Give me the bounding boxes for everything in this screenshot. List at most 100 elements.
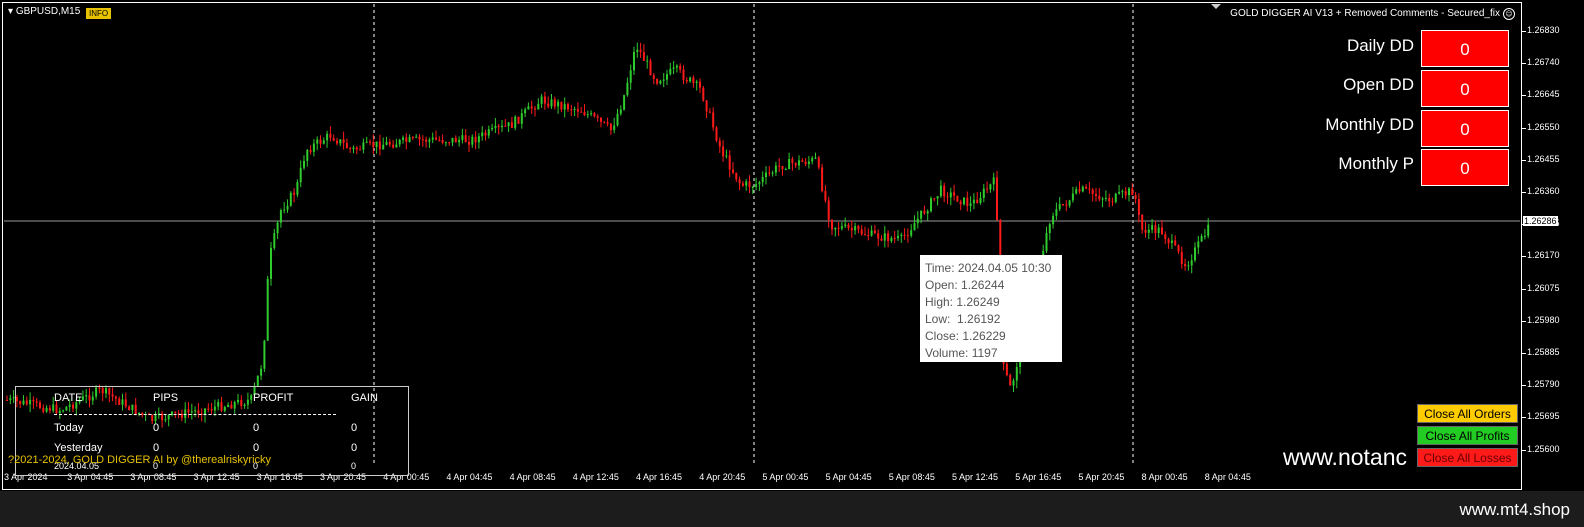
candle: [969, 196, 972, 212]
time-label: 5 Apr 08:45: [888, 472, 935, 482]
candle: [979, 191, 982, 205]
candle: [860, 225, 863, 236]
candle: [501, 119, 503, 133]
candle: [1154, 220, 1157, 241]
candle: [540, 93, 543, 108]
candle: [514, 115, 517, 131]
close-all-losses-button[interactable]: Close All Losses: [1417, 448, 1518, 467]
candle: [804, 157, 807, 167]
candle: [444, 141, 447, 147]
candle: [464, 129, 467, 143]
candle: [897, 229, 899, 241]
candle: [827, 196, 830, 228]
candle: [497, 123, 500, 135]
candle: [398, 138, 401, 148]
candle: [1184, 258, 1187, 271]
price-label: 1.26740: [1527, 57, 1560, 68]
candle: [794, 162, 797, 169]
candle: [1190, 254, 1193, 274]
candle: [517, 116, 520, 124]
candle: [329, 126, 332, 142]
candle: [266, 275, 269, 341]
candle: [606, 117, 609, 127]
candle: [306, 149, 309, 167]
price-tick: [1522, 31, 1526, 32]
price-label: 1.26360: [1527, 186, 1560, 196]
candle: [880, 235, 883, 242]
candle: [642, 44, 645, 61]
candle: [718, 137, 721, 153]
candle: [765, 166, 767, 185]
candle: [639, 42, 642, 58]
dd-value-monthly-profit: 0: [1421, 149, 1509, 186]
candle: [263, 339, 266, 372]
time-label: 4 Apr 20:45: [699, 472, 746, 482]
candle: [378, 134, 381, 156]
ea-title: GOLD DIGGER AI V13 + Removed Comments - …: [1230, 8, 1500, 19]
close-all-profits-button[interactable]: Close All Profits: [1417, 426, 1518, 445]
candle: [408, 134, 411, 143]
candle: [435, 130, 437, 141]
candle: [1071, 186, 1074, 203]
candle: [807, 156, 810, 169]
candle: [286, 199, 289, 213]
candle: [791, 156, 794, 171]
candle: [1058, 196, 1061, 212]
candle: [633, 46, 635, 75]
time-label: 5 Apr 12:45: [952, 472, 999, 482]
watermark-text: www.notanc: [1283, 444, 1408, 470]
chart-shift-marker[interactable]: [1211, 4, 1221, 9]
symbol-label[interactable]: ▾ GBPUSD,M15: [8, 6, 80, 17]
dropdown-arrow-icon[interactable]: ▾: [8, 6, 13, 17]
price-tick: [1522, 320, 1526, 322]
time-label: 5 Apr 04:45: [825, 472, 872, 482]
candle: [619, 105, 622, 116]
candle: [441, 134, 444, 145]
time-label: 4 Apr 08:45: [509, 472, 556, 482]
candle: [481, 126, 484, 141]
candle: [560, 101, 563, 113]
candle: [741, 181, 744, 187]
candle: [646, 55, 649, 69]
candle: [913, 215, 916, 231]
header-gain: GAIN: [351, 392, 378, 404]
candle: [342, 131, 345, 150]
candle: [1187, 261, 1190, 271]
time-label: 4 Apr 16:45: [636, 472, 683, 482]
time-label: 5 Apr 20:45: [1078, 472, 1125, 482]
candle: [1062, 204, 1064, 207]
candle: [616, 108, 619, 127]
info-badge[interactable]: INFO: [86, 8, 112, 19]
candle: [471, 134, 474, 148]
candle: [1065, 200, 1068, 212]
candle: [1078, 181, 1081, 194]
header-divider: [54, 414, 336, 415]
candle: [543, 91, 546, 110]
candle: [336, 137, 338, 146]
close-all-orders-button[interactable]: Close All Orders: [1417, 404, 1518, 423]
candle: [1137, 193, 1140, 223]
candle: [339, 139, 342, 147]
candle: [596, 114, 599, 122]
candle: [963, 197, 965, 206]
candle: [1157, 223, 1160, 239]
candle: [580, 106, 583, 113]
candle: [966, 191, 969, 212]
candle: [788, 152, 791, 170]
candle: [1015, 362, 1018, 389]
candle: [593, 111, 596, 118]
candle: [613, 117, 616, 134]
candle: [831, 218, 833, 236]
candle: [662, 73, 665, 88]
candle: [715, 126, 718, 143]
candle: [725, 149, 728, 159]
price-tick: [1522, 288, 1526, 290]
candle: [821, 163, 824, 193]
candle: [959, 199, 962, 211]
candle: [355, 145, 358, 155]
dd-label-monthly-profit: Monthly P: [1338, 154, 1414, 173]
smiley-icon[interactable]: ☺: [1503, 8, 1515, 20]
candle: [1095, 187, 1097, 202]
candle: [1194, 242, 1196, 263]
candle: [332, 134, 335, 142]
